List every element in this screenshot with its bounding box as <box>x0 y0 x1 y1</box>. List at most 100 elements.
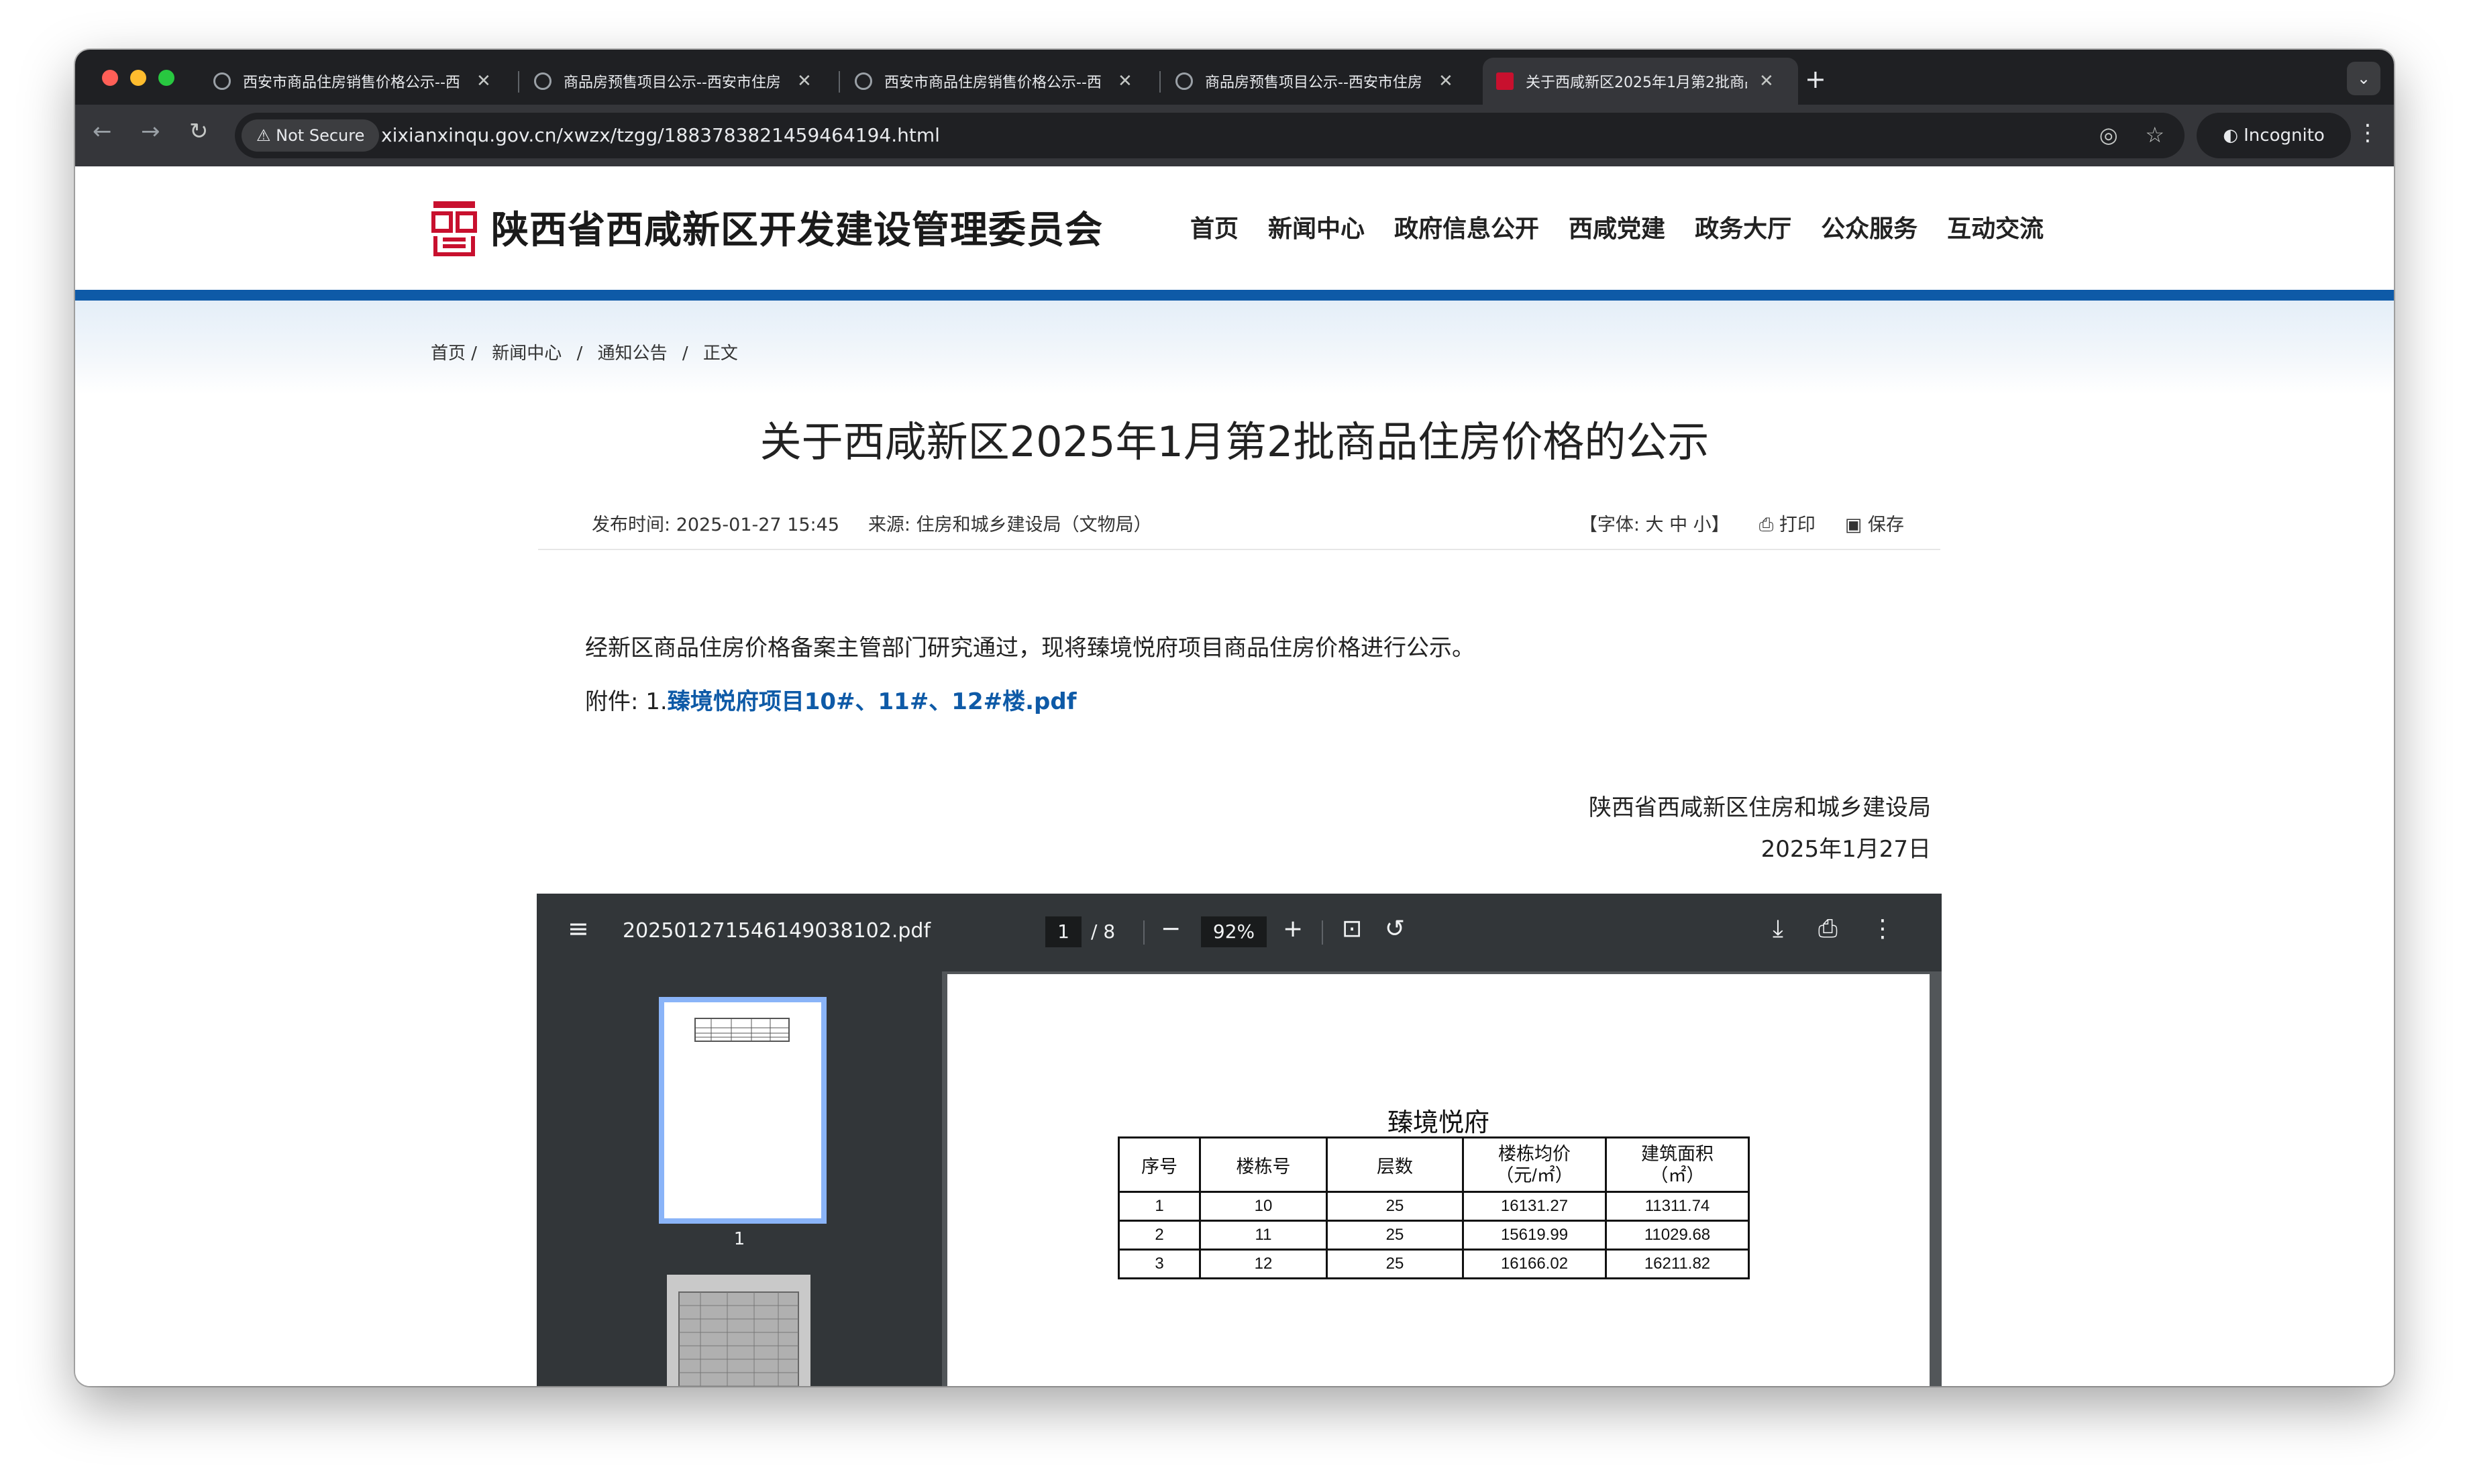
print-icon[interactable]: ⎙ <box>1818 915 1838 943</box>
toolbar-divider <box>1322 920 1323 945</box>
breadcrumb-separator: / <box>576 343 583 364</box>
thumbnail-table-preview <box>694 1018 790 1042</box>
browser-tab[interactable]: 西安市商品住房销售价格公示--西 ✕ <box>200 58 515 105</box>
site-logo-icon[interactable] <box>431 199 478 259</box>
incognito-chip[interactable]: ◐ Incognito <box>2197 113 2351 158</box>
pdf-viewer: ≡ 20250127154614903810​2.pdf 1 / 8 − 92%… <box>537 894 1942 1386</box>
browser-menu-icon[interactable]: ⋮ <box>2356 119 2379 146</box>
bookmark-star-icon[interactable]: ☆ <box>2145 122 2164 148</box>
maximize-window-button[interactable] <box>158 70 174 86</box>
close-window-button[interactable] <box>102 70 118 86</box>
browser-tab[interactable]: 商品房预售项目公示--西安市住房 ✕ <box>521 58 836 105</box>
tab-title: 西安市商品住房销售价格公示--西 <box>243 74 460 91</box>
pdf-filename: 20250127154614903810​2.pdf <box>623 919 931 943</box>
address-bar[interactable]: ⚠ Not Secure xixianxinqu.gov.cn/xwzx/tzg… <box>235 113 2185 158</box>
reload-icon[interactable]: ↻ <box>189 118 209 145</box>
page-number-input[interactable]: 1 <box>1045 916 1082 947</box>
tab-search-button[interactable]: ⌄ <box>2347 62 2380 95</box>
breadcrumb-notices[interactable]: 通知公告 <box>598 343 668 364</box>
pdf-toolbar: ≡ 20250127154614903810​2.pdf 1 / 8 − 92%… <box>537 894 1942 971</box>
page-total: / 8 <box>1091 920 1116 943</box>
main-nav: 首页 新闻中心 政府信息公开 西咸党建 政务大厅 公众服务 互动交流 <box>1190 209 2044 244</box>
table-header: 层数 <box>1326 1136 1464 1193</box>
nav-item-home[interactable]: 首页 <box>1190 209 1239 244</box>
font-size-selector[interactable]: 【字体: 大 中 小】 <box>1579 510 1730 536</box>
eye-off-icon[interactable]: ◎ <box>2099 122 2118 148</box>
site-favicon-icon <box>1496 72 1514 90</box>
pdf-page: 臻境悦府 序号 楼栋号 层数 楼栋均价 （元/㎡） 建筑面积 （㎡） 1 10 … <box>947 974 1930 1386</box>
table-cell: 3 <box>1118 1249 1201 1279</box>
thumbnail-page-number: 1 <box>733 1229 745 1249</box>
tab-divider <box>839 71 840 93</box>
new-tab-button[interactable]: + <box>1805 64 1826 94</box>
browser-tab[interactable]: 西安市商品住房销售价格公示--西 ✕ <box>841 58 1157 105</box>
thumbnail-sidebar: 1 <box>537 971 942 1386</box>
print-button[interactable]: ⎙ 打印 <box>1759 510 1816 536</box>
close-tab-icon[interactable]: ✕ <box>1759 71 1774 91</box>
article-title: 关于西咸新区2025年1月第2批商品住房价格的公示 <box>759 417 1710 466</box>
table-cell: 25 <box>1326 1191 1464 1222</box>
attachment-line: 附件: 1.臻境悦府项目10#、11#、12#楼.pdf <box>585 683 1077 716</box>
table-cell: 16131.27 <box>1462 1191 1607 1222</box>
nav-item-interaction[interactable]: 互动交流 <box>1947 209 2044 244</box>
table-header: 建筑面积 （㎡） <box>1605 1136 1750 1193</box>
nav-item-party[interactable]: 西咸党建 <box>1569 209 1665 244</box>
table-header: 序号 <box>1118 1136 1201 1193</box>
header-divider <box>75 290 2394 301</box>
tab-divider <box>1159 71 1161 93</box>
omnibox-actions: ◎ ☆ <box>2099 122 2164 148</box>
site-name[interactable]: 陕西省西咸新区开发建设管理委员会 <box>491 200 1103 254</box>
fit-page-icon[interactable]: ⊡ <box>1342 915 1362 943</box>
close-tab-icon[interactable]: ✕ <box>1118 71 1133 91</box>
rotate-icon[interactable]: ↺ <box>1385 915 1405 943</box>
download-icon[interactable]: ⤓ <box>1773 915 1783 943</box>
minimize-window-button[interactable] <box>130 70 146 86</box>
save-label: 保存 <box>1868 515 1904 535</box>
incognito-icon: ◐ <box>2223 125 2238 146</box>
site-info-chip[interactable]: ⚠ Not Secure <box>242 119 380 152</box>
warning-icon: ⚠ <box>256 126 271 145</box>
page-thumbnail[interactable] <box>659 997 827 1224</box>
save-icon: ▣ <box>1844 515 1862 535</box>
table-cell: 16211.82 <box>1605 1249 1750 1279</box>
nav-item-gov-info[interactable]: 政府信息公开 <box>1394 209 1539 244</box>
page-thumbnail[interactable] <box>667 1275 810 1386</box>
table-cell: 10 <box>1199 1191 1328 1222</box>
table-cell: 25 <box>1326 1249 1464 1279</box>
zoom-input[interactable]: 92% <box>1201 916 1267 947</box>
publish-time: 2025-01-27 15:45 <box>676 515 840 535</box>
article-tools: 【字体: 大 中 小】 ⎙ 打印 ▣ 保存 <box>1579 510 1904 536</box>
browser-tab-active[interactable]: 关于西咸新区2025年1月第2批商品 ✕ <box>1483 58 1798 105</box>
nav-item-services-hall[interactable]: 政务大厅 <box>1695 209 1791 244</box>
incognito-label: Incognito <box>2244 125 2325 146</box>
nav-item-news[interactable]: 新闻中心 <box>1268 209 1365 244</box>
nav-item-public-service[interactable]: 公众服务 <box>1821 209 1918 244</box>
forward-arrow-icon[interactable]: → <box>141 118 160 145</box>
attachment-link[interactable]: 臻境悦府项目10#、11#、12#楼.pdf <box>668 688 1077 715</box>
zoom-out-icon[interactable]: − <box>1161 915 1181 943</box>
table-cell: 15619.99 <box>1462 1220 1607 1251</box>
breadcrumb-home[interactable]: 首页 / <box>431 343 477 364</box>
breadcrumb-current: 正文 <box>702 343 738 364</box>
close-tab-icon[interactable]: ✕ <box>1438 71 1453 91</box>
tab-title: 商品房预售项目公示--西安市住房 <box>1205 74 1422 91</box>
browser-tab[interactable]: 商品房预售项目公示--西安市住房 ✕ <box>1162 58 1477 105</box>
zoom-in-icon[interactable]: + <box>1283 915 1303 943</box>
tab-title: 商品房预售项目公示--西安市住房 <box>564 74 781 91</box>
save-button[interactable]: ▣ 保存 <box>1845 510 1904 536</box>
url-text[interactable]: xixianxinqu.gov.cn/xwzx/tzgg/18837838214… <box>381 113 940 158</box>
web-page: 陕西省西咸新区开发建设管理委员会 首页 新闻中心 政府信息公开 西咸党建 政务大… <box>75 166 2394 1386</box>
printer-icon: ⎙ <box>1758 515 1774 535</box>
breadcrumb-news[interactable]: 新闻中心 <box>492 343 562 364</box>
table-row: 2 11 25 15619.99 11029.68 <box>1118 1220 1750 1251</box>
table-cell: 11 <box>1199 1220 1328 1251</box>
sidebar-toggle-icon[interactable]: ≡ <box>568 914 589 943</box>
toolbar-divider <box>1143 920 1145 945</box>
close-tab-icon[interactable]: ✕ <box>476 71 491 91</box>
more-options-icon[interactable]: ⋮ <box>1871 915 1895 943</box>
attachment-label: 附件: 1. <box>585 688 668 715</box>
tab-strip: 西安市商品住房销售价格公示--西 ✕ 商品房预售项目公示--西安市住房 ✕ 西安… <box>75 50 2394 105</box>
close-tab-icon[interactable]: ✕ <box>797 71 812 91</box>
back-arrow-icon[interactable]: ← <box>93 118 112 145</box>
price-table: 序号 楼栋号 层数 楼栋均价 （元/㎡） 建筑面积 （㎡） 1 10 25 16… <box>1118 1136 1750 1279</box>
